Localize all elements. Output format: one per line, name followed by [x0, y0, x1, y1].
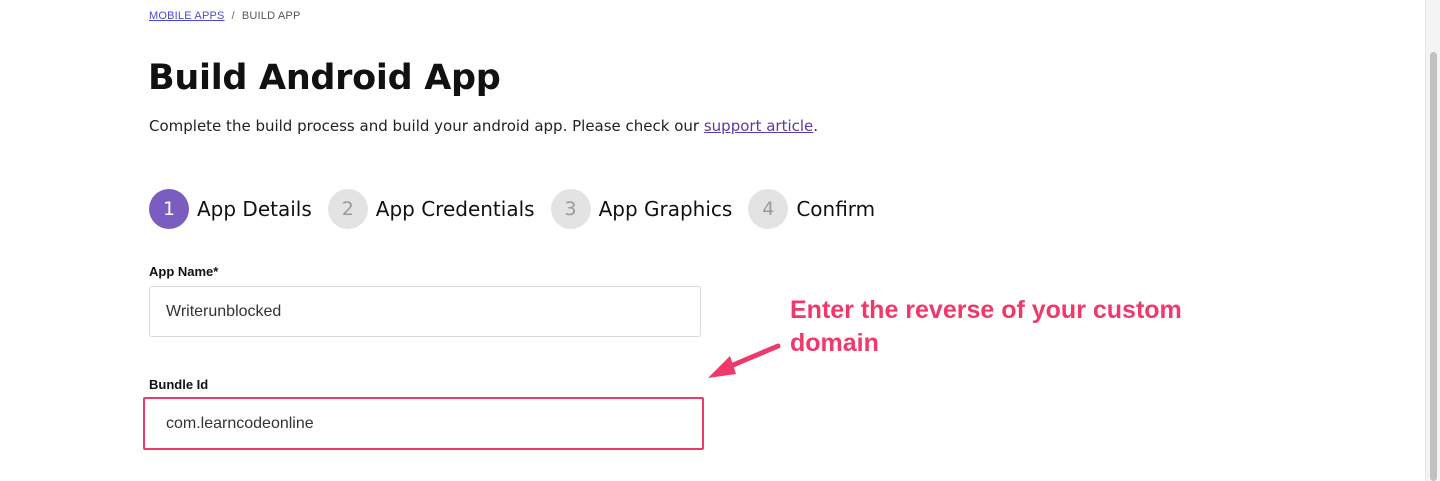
step-number: 1: [149, 189, 189, 229]
scrollbar[interactable]: [1425, 0, 1440, 481]
step-label: App Credentials: [375, 197, 535, 221]
app-name-input[interactable]: Writerunblocked: [149, 286, 701, 337]
breadcrumb-current: BUILD APP: [241, 10, 301, 22]
step-app-details[interactable]: 1 App Details: [149, 189, 312, 229]
scrollbar-thumb[interactable]: [1430, 52, 1437, 481]
page-title: Build Android App: [148, 58, 501, 98]
step-confirm[interactable]: 4 Confirm: [748, 189, 875, 229]
breadcrumb-mobile-apps-link[interactable]: MOBILE APPS: [149, 10, 225, 22]
step-app-graphics[interactable]: 3 App Graphics: [550, 189, 733, 229]
annotation-highlight-box: [143, 397, 704, 450]
step-label: App Graphics: [598, 197, 733, 221]
breadcrumb: MOBILE APPS / BUILD APP: [149, 10, 301, 22]
step-number: 2: [327, 189, 368, 229]
breadcrumb-separator: /: [231, 10, 235, 22]
step-app-credentials[interactable]: 2 App Credentials: [327, 189, 535, 229]
step-label: Confirm: [796, 197, 876, 221]
annotation-text: Enter the reverse of your custom domain: [790, 296, 1182, 357]
app-name-label: App Name*: [149, 264, 219, 279]
step-number: 3: [550, 189, 591, 229]
page-subtitle: Complete the build process and build you…: [149, 117, 818, 135]
bundle-id-label: Bundle Id: [149, 377, 209, 392]
annotation-arrow-icon: [708, 343, 781, 378]
support-article-link[interactable]: support article: [704, 117, 813, 135]
stepper: 1 App Details 2 App Credentials 3 App Gr…: [149, 189, 891, 229]
subtitle-period: .: [813, 117, 819, 135]
step-label: App Details: [197, 197, 312, 221]
step-number: 4: [748, 189, 789, 229]
subtitle-text: Complete the build process and build you…: [149, 117, 704, 135]
